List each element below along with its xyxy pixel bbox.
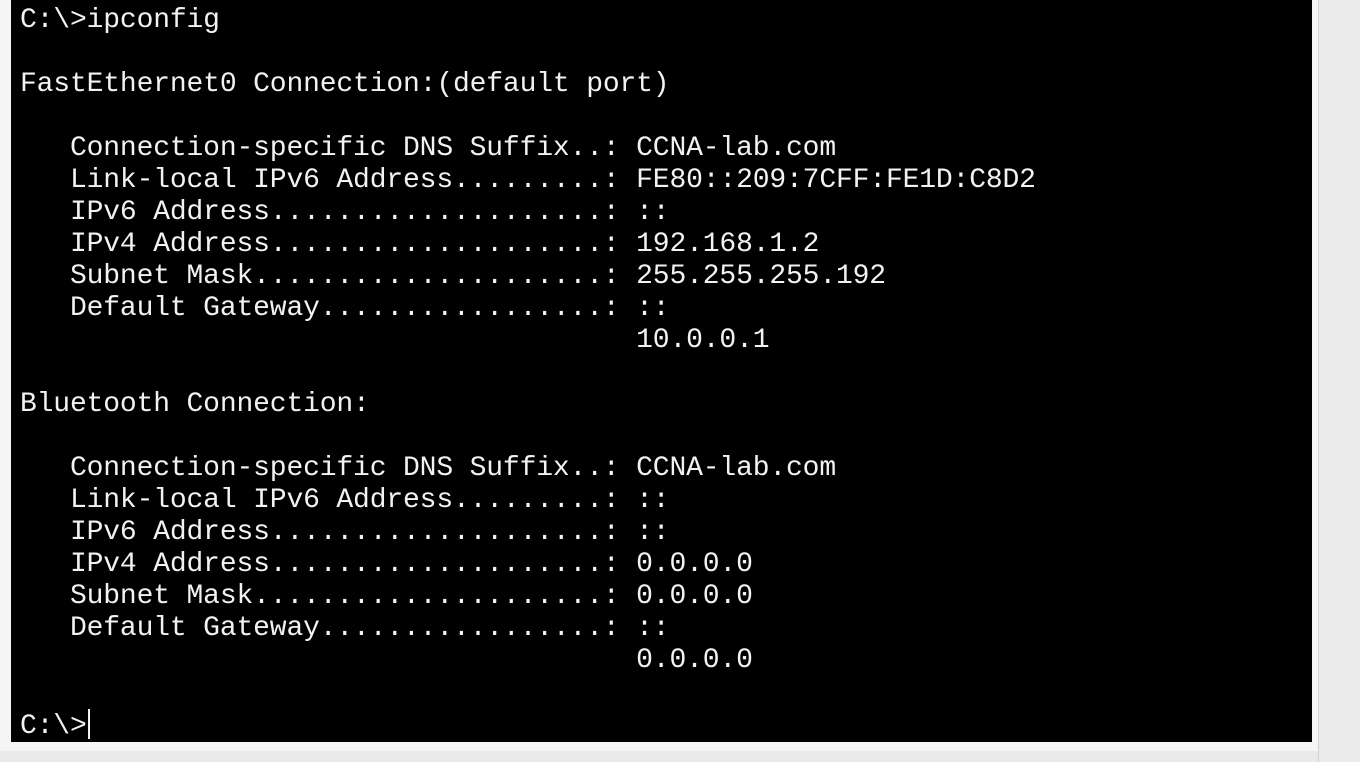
- terminal-line: IPv6 Address....................: ::: [20, 197, 670, 228]
- terminal-line: Connection-specific DNS Suffix..: CCNA-l…: [20, 453, 836, 484]
- command-prompt: C:\>: [20, 711, 87, 742]
- vertical-scrollbar[interactable]: [1318, 0, 1360, 762]
- terminal-line: Default Gateway.................: ::: [20, 613, 670, 644]
- terminal-line: Default Gateway.................: ::: [20, 293, 670, 324]
- window-bottom-edge: [0, 751, 1318, 762]
- terminal-text: C:\>ipconfig FastEthernet0 Connection:(d…: [20, 5, 1312, 742]
- terminal-line: Link-local IPv6 Address.........: FE80::…: [20, 165, 1036, 196]
- prompt-line[interactable]: C:\>: [20, 709, 1312, 742]
- terminal-line: Connection-specific DNS Suffix..: CCNA-l…: [20, 133, 836, 164]
- terminal-line: Subnet Mask.....................: 255.25…: [20, 261, 886, 292]
- terminal-line: Subnet Mask.....................: 0.0.0.…: [20, 581, 753, 612]
- terminal-line: 10.0.0.1: [20, 325, 770, 356]
- terminal-line: IPv4 Address....................: 0.0.0.…: [20, 549, 753, 580]
- terminal-line: FastEthernet0 Connection:(default port): [20, 69, 670, 100]
- terminal-line: Link-local IPv6 Address.........: ::: [20, 485, 670, 516]
- terminal-line: IPv6 Address....................: ::: [20, 517, 670, 548]
- terminal-line: 0.0.0.0: [20, 645, 753, 676]
- terminal-frame: C:\>ipconfig FastEthernet0 Connection:(d…: [0, 0, 1318, 751]
- command-prompt-window: C:\>ipconfig FastEthernet0 Connection:(d…: [0, 0, 1360, 762]
- text-cursor: [87, 709, 90, 739]
- terminal-line: IPv4 Address....................: 192.16…: [20, 229, 820, 260]
- terminal-line: Bluetooth Connection:: [20, 389, 370, 420]
- terminal-line: C:\>ipconfig: [20, 5, 220, 36]
- terminal-output-area[interactable]: C:\>ipconfig FastEthernet0 Connection:(d…: [11, 0, 1312, 742]
